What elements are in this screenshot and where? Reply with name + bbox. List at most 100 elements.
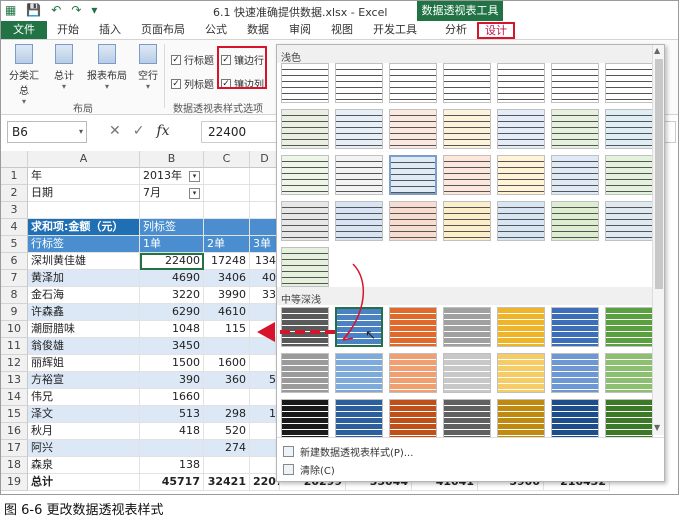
cell-c6[interactable]: 17248	[204, 253, 250, 270]
cell-b15[interactable]: 513	[140, 406, 204, 423]
cell-c13[interactable]: 360	[204, 372, 250, 389]
cell-b6[interactable]: 22400	[140, 253, 204, 270]
filter-icon[interactable]: ▾	[189, 170, 200, 182]
pivot-style-option[interactable]	[497, 201, 545, 241]
cell-c2[interactable]	[204, 185, 250, 202]
cell-b13[interactable]: 390	[140, 372, 204, 389]
pivot-style-option[interactable]	[281, 353, 329, 393]
pivot-style-option[interactable]	[605, 399, 653, 439]
cell-c17[interactable]: 274	[204, 440, 250, 457]
cell-a14[interactable]: 伟兄	[28, 389, 140, 406]
tab-view[interactable]: 视图	[321, 21, 363, 39]
cell-a8[interactable]: 金石海	[28, 287, 140, 304]
cell-c19[interactable]: 32421	[204, 474, 250, 491]
pivot-style-option[interactable]	[443, 307, 491, 347]
subtotals-button[interactable]: 分类汇总 ▾	[5, 44, 43, 106]
pivot-style-option[interactable]	[497, 353, 545, 393]
cell-a1[interactable]: 年	[28, 168, 140, 185]
pivot-style-option[interactable]	[443, 201, 491, 241]
pivot-style-option[interactable]	[497, 155, 545, 195]
tab-review[interactable]: 审阅	[279, 21, 321, 39]
row-header[interactable]: 10	[1, 321, 28, 338]
column-header-c[interactable]: C	[204, 151, 250, 168]
tab-developer[interactable]: 开发工具	[363, 21, 427, 39]
row-headers-option[interactable]: ✓ 行标题	[171, 52, 214, 67]
cell-c5[interactable]: 2单	[204, 236, 250, 253]
row-header[interactable]: 1	[1, 168, 28, 185]
cell-a6[interactable]: 深圳黄佳雄	[28, 253, 140, 270]
row-header[interactable]: 19	[1, 474, 28, 491]
tab-design[interactable]: 设计	[477, 22, 515, 39]
pivot-style-option[interactable]	[335, 155, 383, 195]
cell-b18[interactable]: 138	[140, 457, 204, 474]
cell-c4[interactable]	[204, 219, 250, 236]
column-header-b[interactable]: B	[140, 151, 204, 168]
cell-a4[interactable]: 求和项:金额（元）	[28, 219, 140, 236]
cell-a9[interactable]: 许森鑫	[28, 304, 140, 321]
cell-b4[interactable]: 列标签	[140, 219, 204, 236]
row-header[interactable]: 17	[1, 440, 28, 457]
cell-a15[interactable]: 泽文	[28, 406, 140, 423]
pivot-style-option[interactable]	[605, 109, 653, 149]
pivot-style-option[interactable]	[281, 201, 329, 241]
scroll-down-icon[interactable]: ▼	[654, 423, 660, 432]
cell-a10[interactable]: 潮厨腊味	[28, 321, 140, 338]
tab-home[interactable]: 开始	[47, 21, 89, 39]
pivot-style-option[interactable]	[551, 63, 599, 103]
cell-b1[interactable]: 2013年 ▾	[140, 168, 204, 185]
cell-b2[interactable]: 7月 ▾	[140, 185, 204, 202]
cell-c11[interactable]	[204, 338, 250, 355]
cell-c10[interactable]: 115	[204, 321, 250, 338]
pivot-style-option[interactable]	[443, 63, 491, 103]
cell-a17[interactable]: 阿兴	[28, 440, 140, 457]
pivot-style-option[interactable]	[497, 399, 545, 439]
name-box[interactable]: B6 ▾	[7, 121, 87, 143]
row-header[interactable]: 5	[1, 236, 28, 253]
cell-b16[interactable]: 418	[140, 423, 204, 440]
cancel-icon[interactable]: ✕	[109, 123, 121, 139]
row-header[interactable]: 3	[1, 202, 28, 219]
pivot-style-option[interactable]	[551, 155, 599, 195]
cell-a5[interactable]: 行标签	[28, 236, 140, 253]
tab-page-layout[interactable]: 页面布局	[131, 21, 195, 39]
cell-b12[interactable]: 1500	[140, 355, 204, 372]
pivot-style-option[interactable]	[605, 63, 653, 103]
pivot-style-option[interactable]	[335, 109, 383, 149]
filter-icon[interactable]: ▾	[189, 187, 200, 199]
cell-a3[interactable]	[28, 202, 140, 219]
pivot-style-option[interactable]	[281, 155, 329, 195]
row-header[interactable]: 12	[1, 355, 28, 372]
enter-icon[interactable]: ✓	[133, 123, 145, 139]
cell-a19[interactable]: 总计	[28, 474, 140, 491]
tab-analyze[interactable]: 分析	[435, 21, 477, 39]
cell-a18[interactable]: 森泉	[28, 457, 140, 474]
pivot-style-option[interactable]	[605, 307, 653, 347]
row-header[interactable]: 2	[1, 185, 28, 202]
pivot-style-option[interactable]	[335, 399, 383, 439]
row-header[interactable]: 16	[1, 423, 28, 440]
pivot-style-option[interactable]	[389, 201, 437, 241]
tab-insert[interactable]: 插入	[89, 21, 131, 39]
cell-b11[interactable]: 3450	[140, 338, 204, 355]
pivot-style-option[interactable]	[281, 63, 329, 103]
cell-c8[interactable]: 3990	[204, 287, 250, 304]
redo-icon[interactable]: ↷	[71, 3, 81, 17]
cell-c14[interactable]	[204, 389, 250, 406]
cell-b10[interactable]: 1048	[140, 321, 204, 338]
cell-c15[interactable]: 298	[204, 406, 250, 423]
column-headers-option[interactable]: ✓ 列标题	[171, 76, 214, 91]
report-layout-button[interactable]: 报表布局 ▾	[85, 44, 129, 91]
pivot-style-option[interactable]	[605, 201, 653, 241]
pivot-style-option[interactable]	[443, 399, 491, 439]
pivot-style-option[interactable]	[389, 63, 437, 103]
cell-a12[interactable]: 丽辉姐	[28, 355, 140, 372]
cell-c9[interactable]: 4610	[204, 304, 250, 321]
grand-totals-button[interactable]: 总计 ▾	[45, 44, 83, 91]
pivot-style-option[interactable]	[335, 63, 383, 103]
cell-b14[interactable]: 1660	[140, 389, 204, 406]
pivot-style-option[interactable]	[443, 353, 491, 393]
new-pivot-style-command[interactable]: 新建数据透视表样式(P)...	[283, 444, 413, 459]
pivot-style-option[interactable]	[551, 399, 599, 439]
column-header-a[interactable]: A	[28, 151, 140, 168]
cell-c7[interactable]: 3406	[204, 270, 250, 287]
